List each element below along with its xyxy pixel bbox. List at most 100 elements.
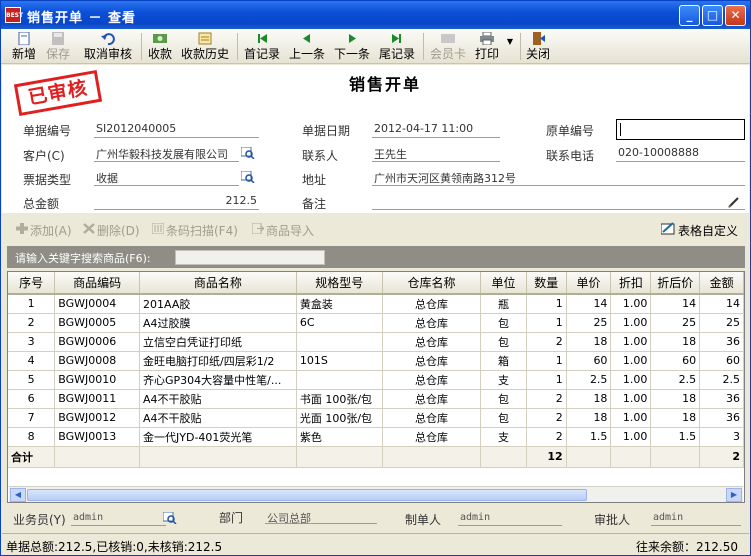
title-bar[interactable]: BEST 销售开单 － 查看 _ □ ✕ [1,1,750,29]
table-cell[interactable]: BGWJ0010 [54,370,141,390]
doc-date-field[interactable]: 2012-04-17 11:00 [372,121,500,138]
column-header[interactable]: 商品编码 [54,272,141,295]
table-cell[interactable]: BGWJ0008 [54,351,141,371]
scroll-right-icon[interactable]: ▶ [726,488,742,502]
table-cell[interactable]: 2 [526,332,567,352]
table-cell[interactable]: BGWJ0004 [54,294,141,314]
table-cell[interactable]: 包 [480,313,527,333]
table-cell[interactable]: 支 [480,370,527,390]
table-cell[interactable]: 光面 100张/包 [296,408,383,428]
table-row[interactable]: 6 BGWJ0011 A4不干胶贴 书面 100张/包 总仓库包 2 18 1.00 18 36 [8,389,744,409]
table-cell[interactable]: 1.5 [566,427,612,447]
table-cell[interactable]: 总仓库 [382,351,482,371]
table-cell[interactable]: 2 [526,427,567,447]
table-cell[interactable]: A4过胶膜 [139,313,297,333]
table-cell[interactable]: 1 [526,313,567,333]
product-search-input[interactable] [175,250,325,265]
table-cell[interactable]: BGWJ0012 [54,408,141,428]
table-cell[interactable]: 5 [8,370,56,390]
table-cell[interactable]: 18 [650,389,701,409]
table-cell[interactable]: 2 [526,408,567,428]
table-cell[interactable]: BGWJ0005 [54,313,141,333]
type-field[interactable]: 收据 [94,169,239,186]
table-cell[interactable]: A4不干胶贴 [139,408,297,428]
table-cell[interactable]: 18 [650,332,701,352]
close-window-button[interactable]: ✕ [725,5,746,26]
column-header[interactable]: 折扣 [610,272,652,295]
table-cell[interactable]: 包 [480,408,527,428]
payment-history-button[interactable]: 收款历史 [179,31,231,62]
table-cell[interactable]: 36 [699,389,744,409]
table-cell[interactable]: 支 [480,427,527,447]
remark-field[interactable] [372,193,745,210]
table-cell[interactable]: 总仓库 [382,294,482,314]
receive-payment-button[interactable]: 收款 [145,31,175,62]
table-cell[interactable]: 总仓库 [382,370,482,390]
table-cell[interactable]: 36 [699,332,744,352]
table-cell[interactable]: 7 [8,408,56,428]
table-cell[interactable]: 紫色 [296,427,383,447]
table-cell[interactable]: 2.5 [650,370,701,390]
prev-record-button[interactable]: 上一条 [287,31,327,62]
table-cell[interactable]: 总仓库 [382,408,482,428]
member-card-button[interactable]: 会员卡 [428,31,468,62]
table-cell[interactable]: 3 [699,427,744,447]
column-header[interactable]: 仓库名称 [382,272,482,295]
minimize-button[interactable]: _ [679,5,700,26]
new-button[interactable]: 新增 [9,31,39,62]
customer-search-icon[interactable] [240,146,255,160]
table-cell[interactable] [296,370,383,390]
table-cell[interactable]: 包 [480,332,527,352]
close-button[interactable]: 关闭 [524,31,552,62]
table-cell[interactable]: 25 [566,313,612,333]
table-cell[interactable]: 6 [8,389,56,409]
phone-field[interactable]: 020-10008888 [616,145,745,162]
salesman-search-icon[interactable] [162,511,177,525]
table-cell[interactable]: 25 [650,313,701,333]
barcode-scan-button[interactable]: 条码扫描(F4) [151,222,238,239]
column-header[interactable]: 商品名称 [139,272,297,295]
table-row[interactable]: 7 BGWJ0012 A4不干胶贴 光面 100张/包 总仓库包 2 18 1.00 18 36 [8,408,744,428]
table-cell[interactable]: 1.00 [610,427,652,447]
column-header[interactable]: 序号 [8,272,56,295]
table-customize-button[interactable]: 表格自定义 [660,222,738,239]
table-cell[interactable]: 1.00 [610,294,652,314]
last-record-button[interactable]: 尾记录 [377,31,417,62]
table-cell[interactable]: 书面 100张/包 [296,389,383,409]
table-cell[interactable]: 14 [566,294,612,314]
table-cell[interactable]: 齐心GP304大容量中性笔/... [139,370,297,390]
table-cell[interactable]: 黄盒装 [296,294,383,314]
table-cell[interactable]: 2 [8,313,56,333]
next-record-button[interactable]: 下一条 [332,31,372,62]
table-cell[interactable]: 201AA胶 [139,294,297,314]
column-header[interactable]: 数量 [526,272,567,295]
scrollbar-thumb[interactable] [27,489,587,501]
customer-field[interactable]: 广州华毅科技发展有限公司 [94,145,239,162]
table-cell[interactable]: 立信空白凭证打印纸 [139,332,297,352]
cancel-audit-button[interactable]: 取消审核 [81,31,135,62]
table-cell[interactable]: 1 [526,351,567,371]
maximize-button[interactable]: □ [702,5,723,26]
type-search-icon[interactable] [240,170,255,184]
table-cell[interactable]: 18 [566,408,612,428]
first-record-button[interactable]: 首记录 [242,31,282,62]
import-products-button[interactable]: 商品导入 [251,222,314,239]
table-cell[interactable]: 1.5 [650,427,701,447]
table-cell[interactable]: 60 [566,351,612,371]
table-cell[interactable]: 总仓库 [382,332,482,352]
table-cell[interactable]: 60 [699,351,744,371]
orig-no-input[interactable] [616,119,745,140]
table-cell[interactable]: 18 [650,408,701,428]
table-cell[interactable]: 36 [699,408,744,428]
table-cell[interactable]: 1 [526,370,567,390]
table-cell[interactable]: 总仓库 [382,389,482,409]
table-cell[interactable]: 3 [8,332,56,352]
table-cell[interactable]: BGWJ0013 [54,427,141,447]
pencil-icon[interactable] [727,196,741,208]
table-cell[interactable]: 4 [8,351,56,371]
column-header[interactable]: 金额 [699,272,744,295]
table-cell[interactable]: 总仓库 [382,427,482,447]
table-cell[interactable]: 14 [699,294,744,314]
table-cell[interactable]: 金一代JYD-401荧光笔 [139,427,297,447]
delete-row-button[interactable]: 删除(D) [83,222,140,239]
